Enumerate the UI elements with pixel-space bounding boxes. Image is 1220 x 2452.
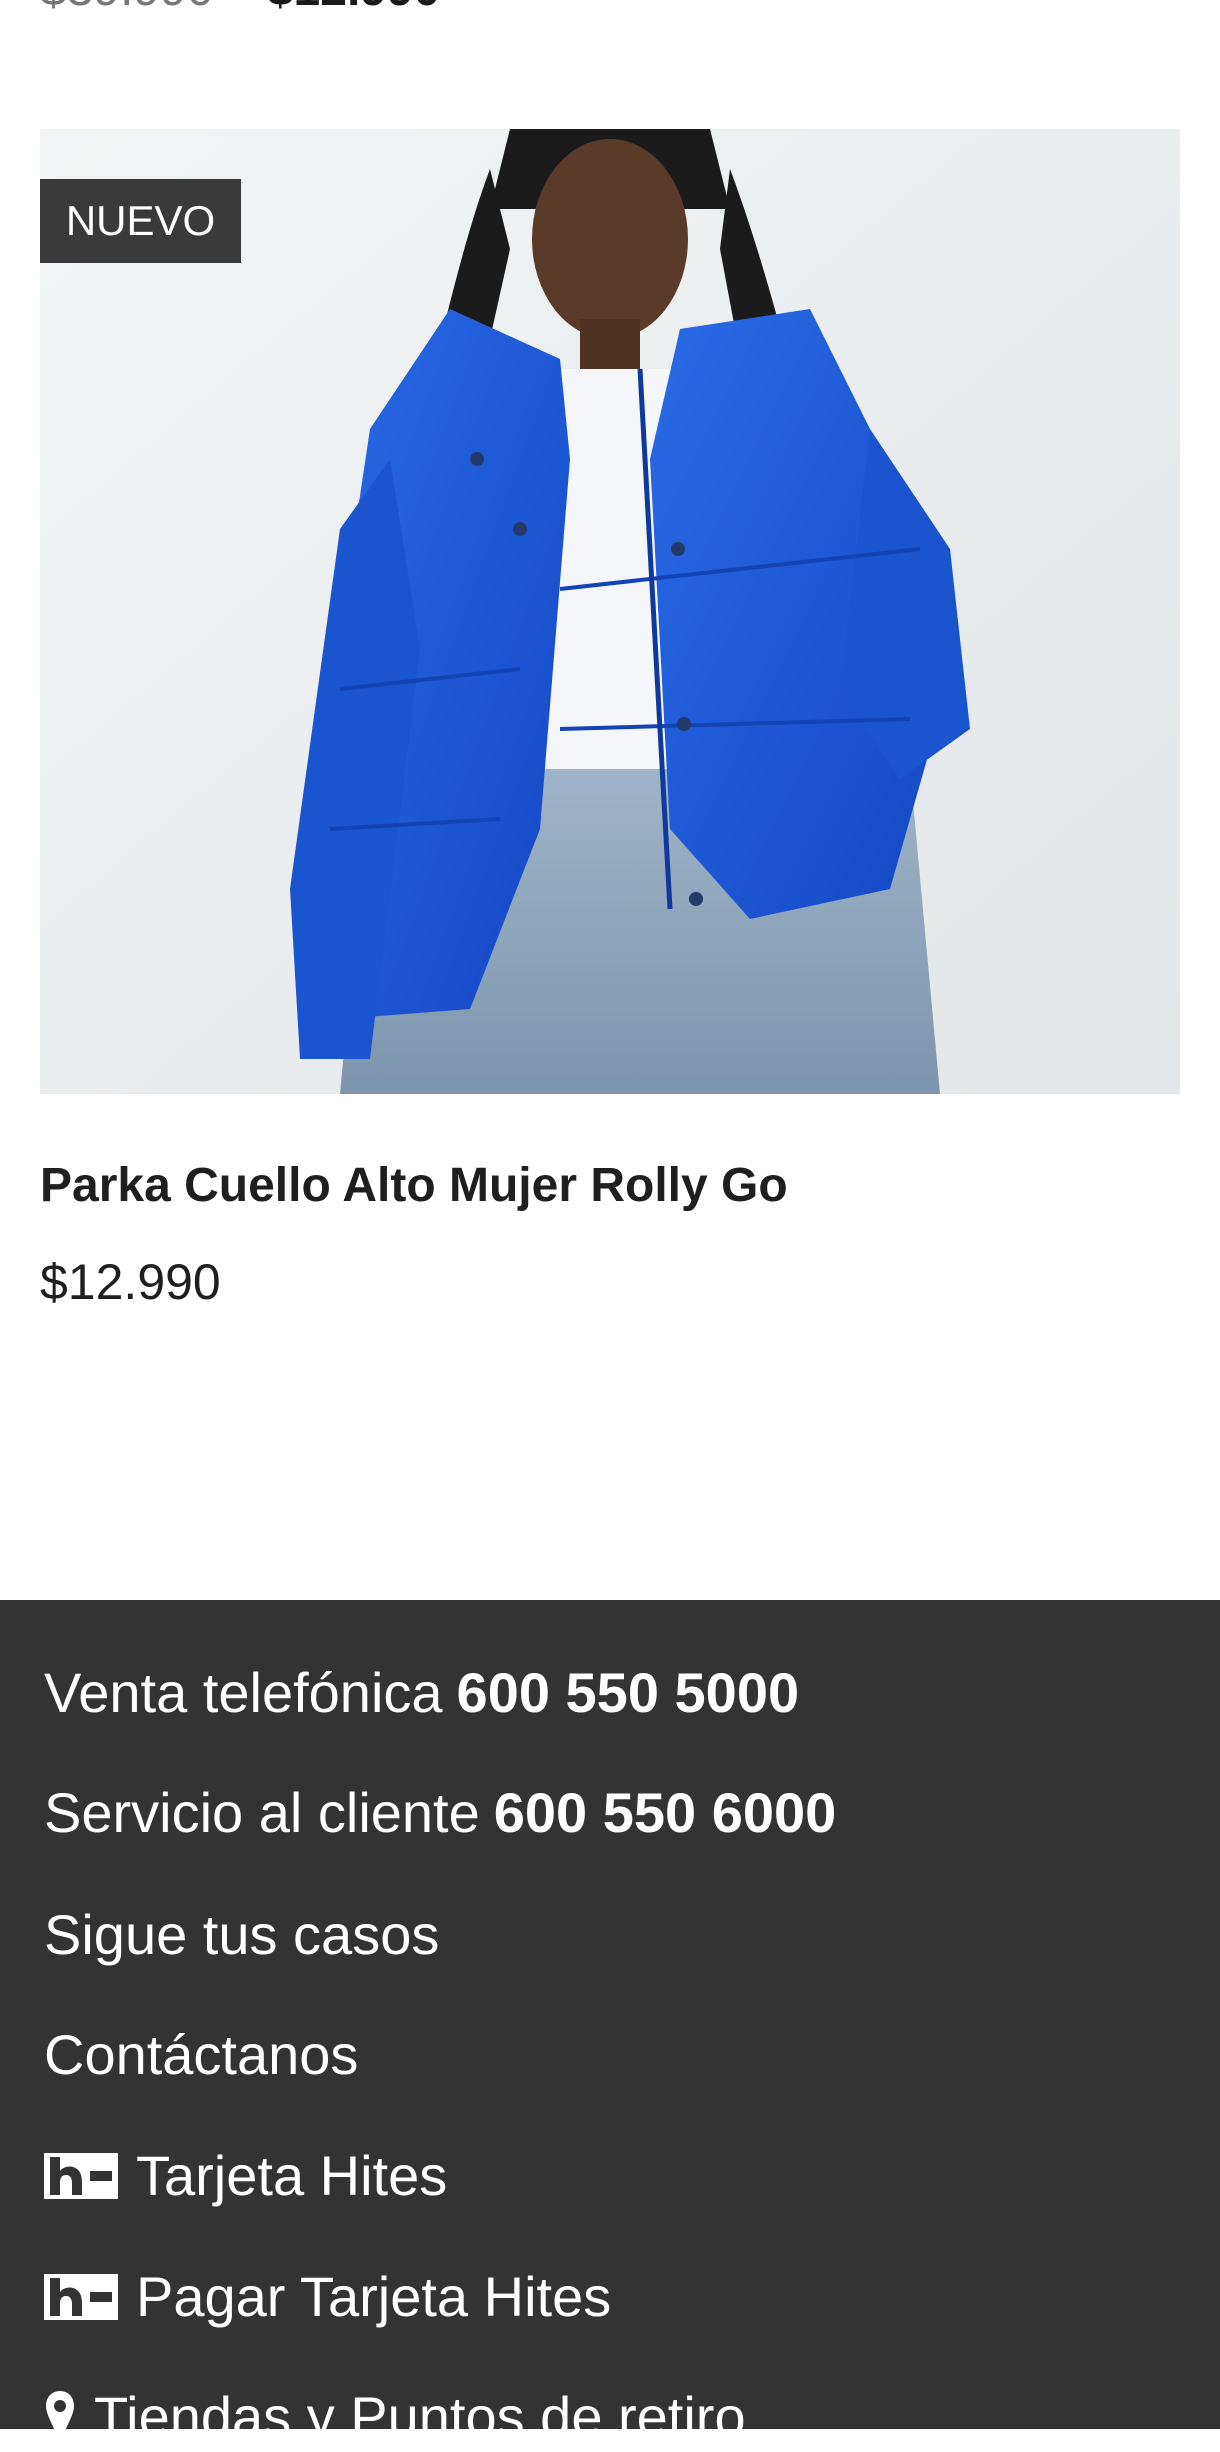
contact-label: Contáctanos xyxy=(44,2023,359,2086)
product-card[interactable]: NUEVO Parka Cuello Alto Mujer Rolly Go $… xyxy=(40,129,1180,1312)
hites-logo-icon xyxy=(44,2274,118,2320)
hites-card-link[interactable]: Tarjeta Hites xyxy=(44,2141,447,2211)
product-price: $12.990 xyxy=(40,1254,221,1310)
product-name[interactable]: Parka Cuello Alto Mujer Rolly Go xyxy=(40,1156,1180,1216)
previous-old-price: $39.990 xyxy=(40,0,214,16)
stores-link[interactable]: Tiendas y Puntos de retiro xyxy=(44,2382,746,2452)
map-pin-icon xyxy=(46,2391,74,2443)
customer-service[interactable]: Servicio al cliente 600 550 6000 xyxy=(44,1778,836,1848)
phone-sales-number[interactable]: 600 550 5000 xyxy=(457,1658,800,1728)
new-badge: NUEVO xyxy=(40,179,241,263)
product-image[interactable]: NUEVO xyxy=(40,129,1180,1094)
previous-sale-price: $12.990 xyxy=(267,0,441,16)
pay-hites-card-label: Pagar Tarjeta Hites xyxy=(136,2265,612,2328)
phone-sales[interactable]: Venta telefónica 600 550 5000 xyxy=(44,1658,799,1728)
pay-hites-card-link[interactable]: Pagar Tarjeta Hites xyxy=(44,2262,611,2332)
hites-logo-icon xyxy=(44,2153,118,2199)
contact-link[interactable]: Contáctanos xyxy=(44,2020,358,2090)
previous-product-prices: $39.990 $12.990 xyxy=(40,0,440,14)
phone-sales-label: Venta telefónica xyxy=(44,1661,443,1724)
customer-service-number[interactable]: 600 550 6000 xyxy=(494,1778,837,1848)
track-cases-label: Sigue tus casos xyxy=(44,1903,440,1966)
footer: Venta telefónica 600 550 5000 Servicio a… xyxy=(0,1600,1220,2448)
stores-label: Tiendas y Puntos de retiro xyxy=(94,2385,746,2448)
hites-card-label: Tarjeta Hites xyxy=(136,2144,448,2207)
product-photo xyxy=(40,129,1180,1094)
customer-service-label: Servicio al cliente xyxy=(44,1781,480,1844)
track-cases-link[interactable]: Sigue tus casos xyxy=(44,1900,439,1970)
